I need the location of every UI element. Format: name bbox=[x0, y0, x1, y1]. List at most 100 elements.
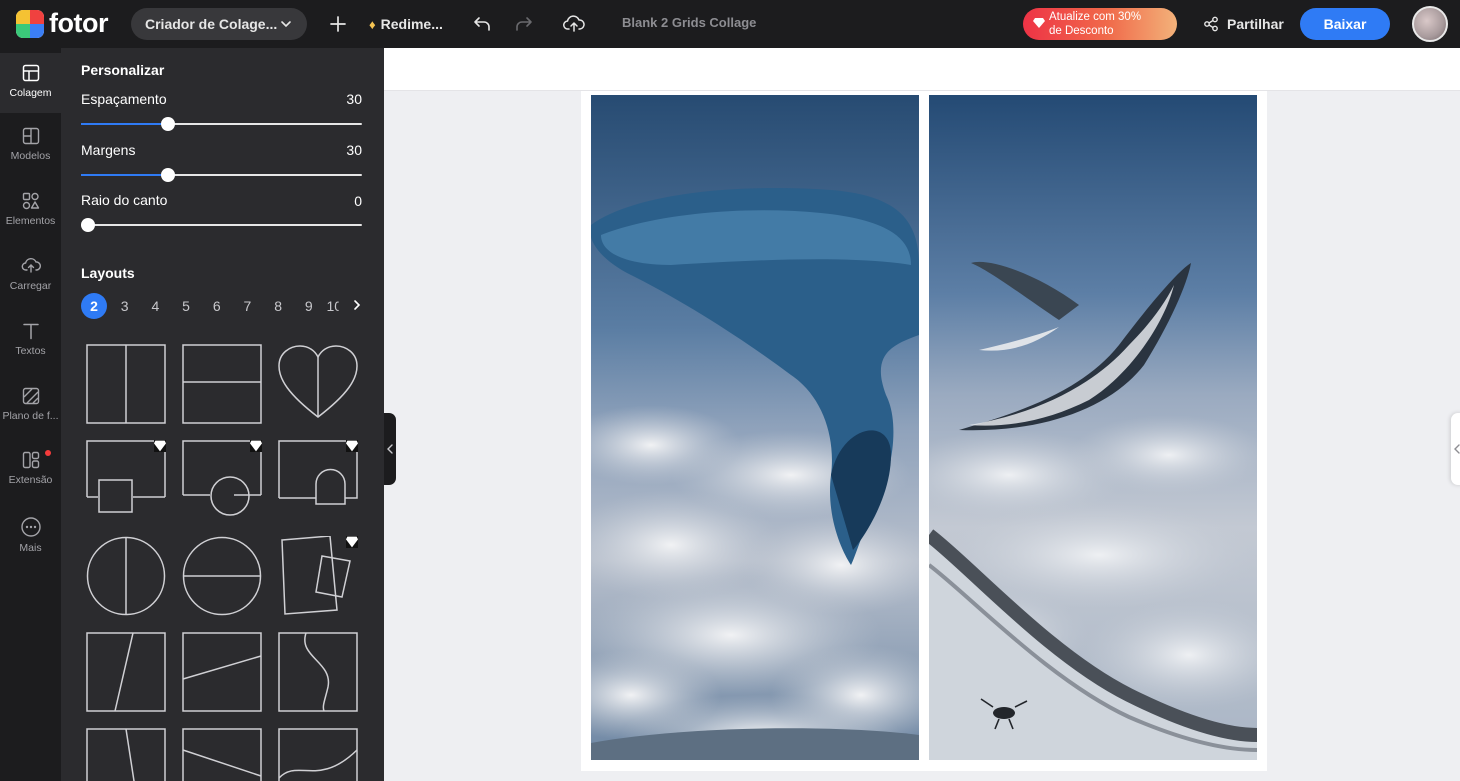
customize-title: Personalizar bbox=[81, 62, 165, 78]
rail-item-collage[interactable]: Colagem bbox=[0, 53, 61, 113]
margins-value[interactable]: 30 bbox=[346, 142, 362, 158]
corner-radius-slider[interactable] bbox=[81, 218, 362, 232]
premium-gem-icon bbox=[346, 440, 358, 452]
corner-radius-label: Raio do canto bbox=[81, 192, 168, 208]
rail-item-elements[interactable]: Elementos bbox=[0, 191, 61, 251]
chevron-left-icon bbox=[387, 444, 393, 454]
tab-2[interactable]: 2 bbox=[81, 293, 107, 319]
avatar[interactable] bbox=[1412, 6, 1448, 42]
collage-cell-right[interactable] bbox=[929, 95, 1257, 760]
fotor-logo[interactable]: fotor bbox=[16, 8, 108, 39]
workspace-toolbar bbox=[384, 48, 1460, 91]
more-icon bbox=[20, 517, 41, 537]
collage-icon bbox=[22, 64, 39, 82]
promo-line-2: de Desconto bbox=[1049, 25, 1114, 37]
slider-fill bbox=[81, 174, 169, 176]
layout-circle-vertical[interactable] bbox=[86, 536, 166, 616]
document-title[interactable]: Blank 2 Grids Collage bbox=[622, 15, 756, 30]
rail-label: Textos bbox=[15, 345, 46, 357]
right-panel-handle[interactable] bbox=[1451, 413, 1460, 485]
rail-label: Elementos bbox=[5, 215, 56, 227]
whale-window-photo bbox=[929, 95, 1257, 760]
tab-8[interactable]: 8 bbox=[265, 293, 291, 319]
extension-icon bbox=[22, 451, 39, 469]
add-icon[interactable] bbox=[326, 12, 350, 36]
spacing-value[interactable]: 30 bbox=[346, 91, 362, 107]
upgrade-promo-button[interactable]: Atualize com 30% de Desconto bbox=[1023, 8, 1177, 40]
chevron-down-icon bbox=[281, 21, 291, 28]
promo-line-1: Atualize com 30% bbox=[1049, 11, 1142, 23]
notification-dot bbox=[45, 450, 51, 456]
mode-select-label: Criador de Colage... bbox=[145, 16, 278, 32]
tab-7[interactable]: 7 bbox=[234, 293, 260, 319]
premium-gem-icon bbox=[250, 440, 262, 452]
layout-diagonal-vertical[interactable] bbox=[86, 632, 166, 712]
fotor-logo-mark bbox=[16, 9, 44, 38]
spacing-label: Espaçamento bbox=[81, 91, 167, 107]
premium-gem-icon bbox=[154, 440, 166, 452]
redo-icon[interactable] bbox=[512, 12, 536, 36]
layout-diagonal-vertical-2[interactable] bbox=[86, 728, 166, 781]
tab-4[interactable]: 4 bbox=[142, 293, 168, 319]
background-icon bbox=[22, 387, 39, 405]
rail-label: Mais bbox=[19, 542, 42, 554]
rail-label: Plano de f... bbox=[2, 410, 59, 422]
layout-wave-vertical[interactable] bbox=[278, 632, 358, 712]
share-button[interactable]: Partilhar bbox=[1203, 12, 1284, 36]
layout-tilted-frames[interactable] bbox=[278, 535, 358, 616]
templates-icon bbox=[22, 127, 39, 145]
layout-square-inset[interactable] bbox=[86, 440, 166, 520]
tab-10[interactable]: 10 bbox=[327, 293, 339, 319]
slider-knob[interactable] bbox=[161, 168, 176, 182]
slider-knob[interactable] bbox=[161, 117, 176, 131]
gem-icon bbox=[1033, 18, 1045, 28]
rail-item-extension[interactable]: Extensão bbox=[0, 450, 61, 510]
resize-button[interactable]: ♦ Redime... bbox=[369, 12, 443, 36]
rail-item-templates[interactable]: Modelos bbox=[0, 126, 61, 186]
collage-cell-left[interactable] bbox=[591, 95, 919, 760]
tab-9[interactable]: 9 bbox=[296, 293, 322, 319]
mode-select[interactable]: Criador de Colage... bbox=[131, 8, 307, 40]
collage-canvas[interactable] bbox=[581, 91, 1267, 771]
rail-item-more[interactable]: Mais bbox=[0, 516, 61, 576]
top-bar: fotor Criador de Colage... ♦ Redime... B… bbox=[0, 0, 1460, 48]
whale-sky-photo bbox=[591, 95, 919, 760]
rail-item-text[interactable]: Textos bbox=[0, 321, 61, 381]
fotor-wordmark: fotor bbox=[49, 8, 108, 38]
share-icon bbox=[1204, 16, 1218, 32]
layout-diagonal-horizontal-2[interactable] bbox=[182, 728, 262, 781]
layout-circle-inset[interactable] bbox=[182, 440, 262, 520]
resize-button-label: Redime... bbox=[380, 16, 443, 32]
rail-item-upload[interactable]: Carregar bbox=[0, 256, 61, 316]
panel-collapse-handle[interactable] bbox=[384, 413, 396, 485]
slider-fill bbox=[81, 123, 169, 125]
text-icon bbox=[22, 323, 39, 340]
elements-icon bbox=[22, 192, 39, 210]
tab-3[interactable]: 3 bbox=[112, 293, 138, 319]
margins-slider[interactable] bbox=[81, 168, 362, 182]
left-rail: Colagem Modelos Elementos Carregar Texto… bbox=[0, 48, 61, 781]
rail-item-background[interactable]: Plano de f... bbox=[0, 386, 61, 446]
corner-radius-value[interactable]: 0 bbox=[354, 193, 362, 209]
tab-6[interactable]: 6 bbox=[204, 293, 230, 319]
spacing-slider[interactable] bbox=[81, 117, 362, 131]
download-button[interactable]: Baixar bbox=[1300, 8, 1390, 40]
layout-wave-horizontal[interactable] bbox=[278, 728, 358, 781]
cloud-upload-icon[interactable] bbox=[562, 12, 586, 36]
rail-label: Extensão bbox=[8, 474, 53, 486]
rail-label: Colagem bbox=[9, 87, 52, 99]
rail-label: Modelos bbox=[10, 150, 51, 162]
slider-knob[interactable] bbox=[81, 218, 95, 232]
collage-panel: Personalizar Espaçamento 30 Margens 30 R… bbox=[61, 48, 384, 781]
undo-icon[interactable] bbox=[470, 12, 494, 36]
layout-circle-horizontal[interactable] bbox=[182, 536, 262, 616]
premium-gem-icon bbox=[346, 536, 358, 548]
tab-5[interactable]: 5 bbox=[173, 293, 199, 319]
chevron-left-icon bbox=[1454, 444, 1460, 454]
layouts-title: Layouts bbox=[81, 265, 135, 281]
upload-icon bbox=[21, 258, 41, 273]
layout-diagonal-horizontal[interactable] bbox=[182, 632, 262, 712]
rail-label: Carregar bbox=[9, 280, 52, 292]
premium-diamond-icon: ♦ bbox=[369, 16, 376, 32]
chevron-right-icon[interactable] bbox=[350, 298, 364, 312]
